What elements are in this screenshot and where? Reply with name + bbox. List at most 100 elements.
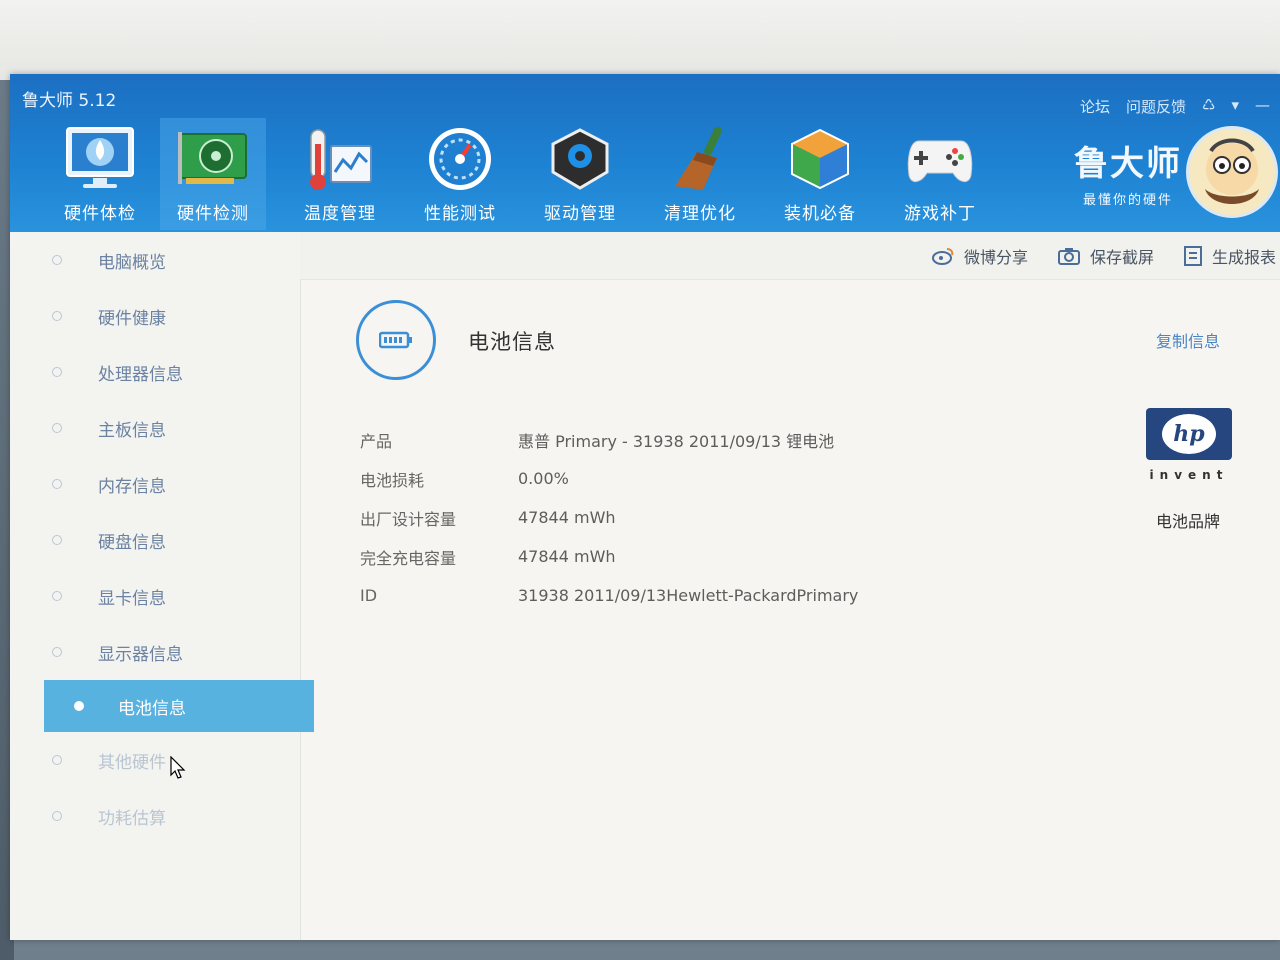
battery-brand-label: 电池品牌: [1155, 512, 1220, 531]
camera-icon: [1057, 247, 1080, 265]
info-value: 47844 mWh: [518, 547, 616, 566]
nav-hardware-detect[interactable]: 硬件检测: [160, 118, 266, 230]
forum-link[interactable]: 论坛: [1080, 96, 1110, 117]
broom-icon: [665, 124, 735, 194]
info-row-id: ID 31938 2011/09/13Hewlett-PackardPrimar…: [360, 576, 858, 615]
weibo-icon: [931, 247, 954, 265]
hp-logo-mark: hp: [1162, 414, 1216, 454]
sidebar-item-health[interactable]: 硬件健康: [10, 288, 300, 344]
generate-report-button[interactable]: 生成报表: [1183, 244, 1276, 268]
info-row-product: 产品 惠普 Primary - 31938 2011/09/13 锂电池: [360, 420, 858, 459]
sidebar-item-overview[interactable]: 电脑概览: [10, 232, 300, 288]
save-screenshot-button[interactable]: 保存截屏: [1057, 244, 1154, 268]
nav-game-patch[interactable]: 游戏补丁: [880, 118, 1000, 230]
monitor-icon: [65, 124, 135, 194]
mascot-avatar[interactable]: [1186, 126, 1278, 218]
info-value: 47844 mWh: [518, 508, 616, 527]
info-label: 电池损耗: [360, 470, 425, 490]
nav-label: 温度管理: [304, 204, 376, 224]
info-value: 0.00%: [518, 469, 569, 488]
bullet-icon: [52, 591, 62, 601]
hp-logo-box: hp: [1146, 408, 1232, 460]
bullet-icon: [52, 535, 62, 545]
bullet-icon: [74, 701, 84, 711]
sidebar-item-label: 电脑概览: [98, 252, 166, 273]
nav-label: 装机必备: [784, 204, 856, 224]
bullet-icon: [52, 311, 62, 321]
info-label: ID: [360, 586, 378, 605]
bullet-icon: [52, 255, 62, 265]
sidebar-item-battery[interactable]: 电池信息: [44, 680, 314, 732]
info-label: 产品: [360, 431, 393, 451]
sidebar-item-memory[interactable]: 内存信息: [10, 456, 300, 512]
nav-temperature[interactable]: 温度管理: [280, 118, 400, 230]
sidebar-item-other[interactable]: 其他硬件: [10, 732, 300, 788]
thermometer-icon: [305, 124, 375, 194]
bullet-icon: [52, 367, 62, 377]
sidebar-item-motherboard[interactable]: 主板信息: [10, 400, 300, 456]
gamepad-icon: [905, 124, 975, 194]
sidebar-item-label: 其他硬件: [98, 752, 166, 773]
info-value: 31938 2011/09/13Hewlett-PackardPrimary: [518, 586, 859, 605]
sidebar-item-label: 功耗估算: [98, 808, 166, 829]
sidebar: 电脑概览 硬件健康 处理器信息 主板信息 内存信息 硬盘信息 显卡信息 显示器信…: [10, 232, 314, 940]
info-value: 惠普 Primary - 31938 2011/09/13 锂电池: [518, 431, 835, 451]
feedback-link[interactable]: 问题反馈: [1126, 96, 1186, 117]
toolbar: 微博分享 保存截屏 生成报表: [300, 232, 1280, 280]
nav-label: 性能测试: [424, 204, 496, 224]
bullet-icon: [52, 479, 62, 489]
battery-info-panel: 电池信息 复制信息 产品 惠普 Primary - 31938 2011/09/…: [300, 280, 1280, 940]
sidebar-item-cpu[interactable]: 处理器信息: [10, 344, 300, 400]
info-label: 出厂设计容量: [360, 509, 457, 529]
hp-logo-tagline: invent: [1149, 468, 1229, 482]
brand-block: 鲁大师 最懂你的硬件: [1074, 136, 1182, 208]
info-row-wear: 电池损耗 0.00%: [360, 459, 858, 498]
graphics-card-icon: [178, 124, 248, 194]
skin-icon[interactable]: ♺: [1202, 96, 1215, 117]
battery-info-table: 产品 惠普 Primary - 31938 2011/09/13 锂电池 电池损…: [360, 420, 858, 615]
header-bar: 鲁大师 5.12 论坛 问题反馈 ♺ ▾ — 硬件体检 硬件检测 温度管理 性能…: [10, 74, 1280, 232]
menu-down-icon[interactable]: ▾: [1231, 96, 1239, 117]
sidebar-item-power[interactable]: 功耗估算: [10, 788, 300, 844]
copy-info-link[interactable]: 复制信息: [1156, 328, 1220, 352]
nav-label: 清理优化: [664, 204, 736, 224]
nav-label: 硬件检测: [177, 204, 249, 224]
bullet-icon: [52, 811, 62, 821]
main-nav: 硬件体检 硬件检测 温度管理 性能测试 驱动管理 清理优化 装机必备 游戏补丁: [40, 118, 1000, 230]
top-links: 论坛 问题反馈 ♺ ▾ —: [1080, 96, 1270, 117]
nav-hardware-checkup[interactable]: 硬件体检: [40, 118, 160, 230]
info-row-full-capacity: 完全充电容量 47844 mWh: [360, 537, 858, 576]
nav-clean[interactable]: 清理优化: [640, 118, 760, 230]
nav-must-have[interactable]: 装机必备: [760, 118, 880, 230]
minimize-icon[interactable]: —: [1255, 96, 1270, 117]
sidebar-item-disk[interactable]: 硬盘信息: [10, 512, 300, 568]
bullet-icon: [52, 755, 62, 765]
bullet-icon: [52, 647, 62, 657]
app-title: 鲁大师 5.12: [22, 91, 117, 111]
hp-logo: hp invent: [1146, 408, 1232, 482]
sidebar-item-label: 处理器信息: [98, 364, 183, 385]
info-label: 完全充电容量: [360, 548, 457, 568]
sidebar-item-label: 显卡信息: [98, 588, 166, 609]
weibo-share-button[interactable]: 微博分享: [931, 244, 1028, 268]
sidebar-item-label: 显示器信息: [98, 644, 183, 665]
app-window: 鲁大师 5.12 论坛 问题反馈 ♺ ▾ — 硬件体检 硬件检测 温度管理 性能…: [10, 74, 1280, 940]
save-screenshot-label: 保存截屏: [1089, 247, 1154, 267]
sidebar-item-label: 硬件健康: [98, 308, 166, 329]
nav-performance[interactable]: 性能测试: [400, 118, 520, 230]
nav-label: 游戏补丁: [904, 204, 976, 224]
nav-label: 硬件体检: [64, 204, 136, 224]
sidebar-item-label: 电池信息: [118, 698, 186, 719]
nav-driver[interactable]: 驱动管理: [520, 118, 640, 230]
info-row-design-capacity: 出厂设计容量 47844 mWh: [360, 498, 858, 537]
photo-backdrop-top: [0, 0, 1280, 80]
sidebar-item-gpu[interactable]: 显卡信息: [10, 568, 300, 624]
brand-slogan: 最懂你的硬件: [1082, 193, 1173, 208]
bullet-icon: [52, 423, 62, 433]
nav-label: 驱动管理: [544, 204, 616, 224]
speedometer-icon: [425, 124, 495, 194]
weibo-share-label: 微博分享: [963, 247, 1028, 267]
driver-gear-icon: [545, 124, 615, 194]
sidebar-item-label: 主板信息: [98, 420, 166, 441]
sidebar-item-display[interactable]: 显示器信息: [10, 624, 300, 680]
